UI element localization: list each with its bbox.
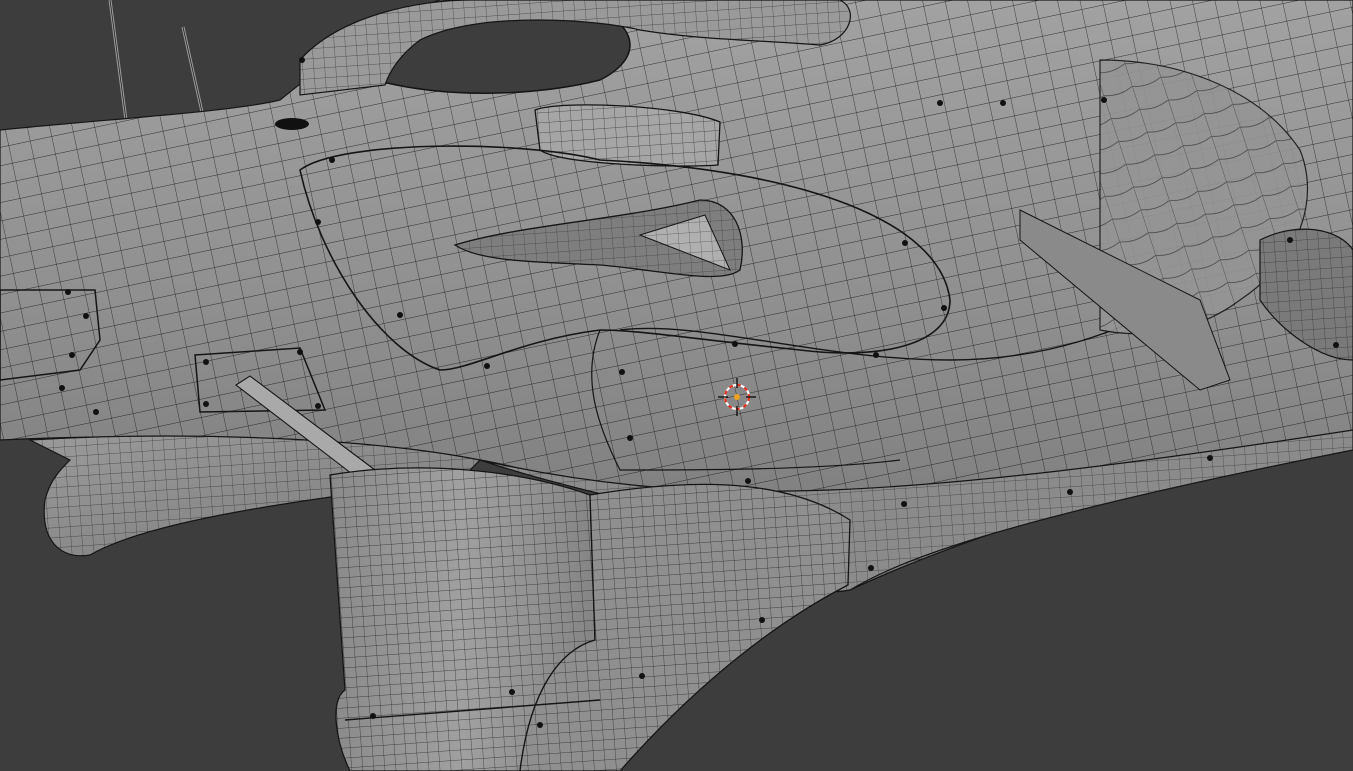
bargeboard-fin[interactable]	[329, 467, 851, 771]
viewport-canvas[interactable]	[0, 0, 1353, 771]
3d-viewport[interactable]	[0, 0, 1353, 771]
mirror-housing[interactable]	[534, 104, 721, 167]
antenna-rods	[108, 0, 204, 121]
